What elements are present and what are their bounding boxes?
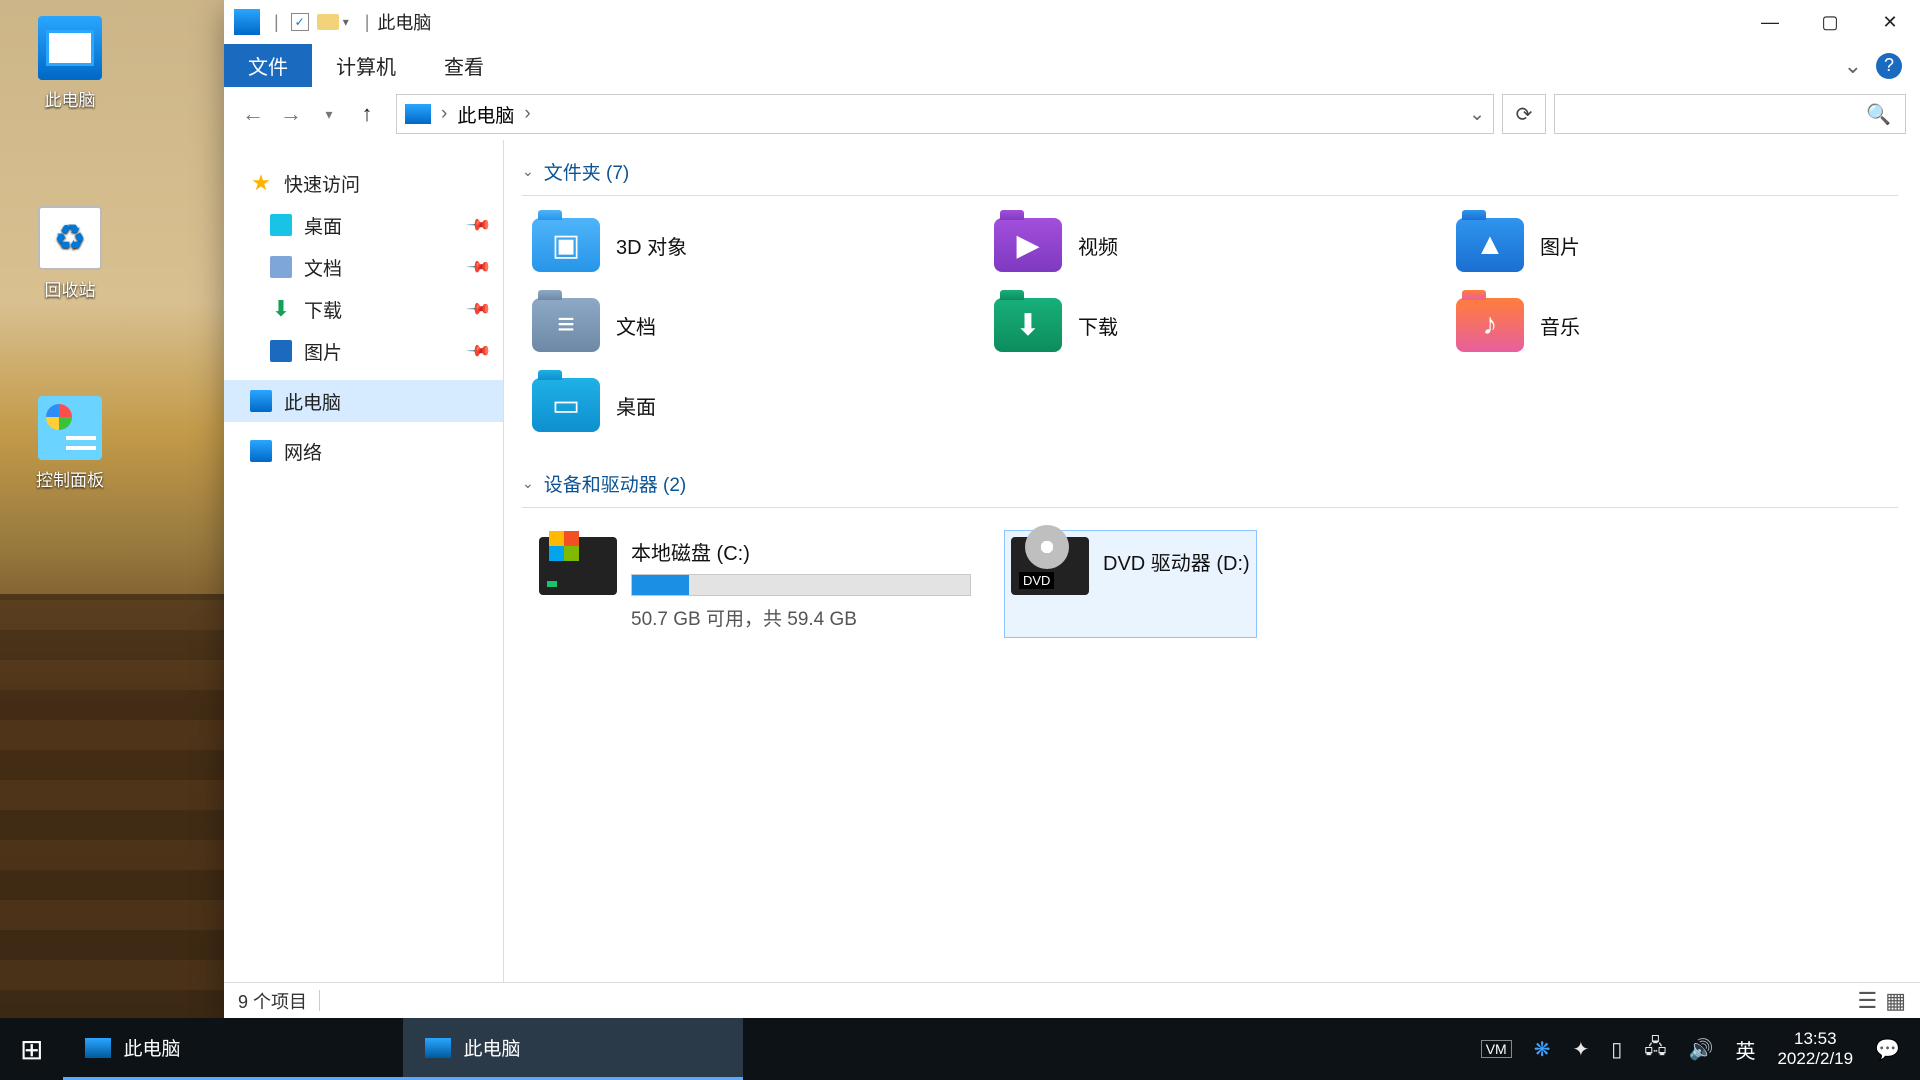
security-icon[interactable]: ✦ [1572, 1037, 1589, 1062]
documents-icon [270, 256, 292, 278]
forward-button[interactable]: → [276, 99, 306, 129]
minimize-button[interactable]: — [1740, 0, 1800, 44]
control-panel-icon [38, 396, 102, 460]
bluetooth-icon[interactable]: ❋ [1534, 1037, 1551, 1062]
qat-new-folder[interactable] [317, 14, 339, 30]
pin-icon: 📌 [465, 211, 493, 239]
address-bar[interactable]: › 此电脑 › ⌄ [396, 94, 1494, 134]
maximize-button[interactable]: ▢ [1800, 0, 1860, 44]
ribbon-tabs: 文件 计算机 查看 ⌄ ? [224, 44, 1920, 88]
item-count: 9 个项目 [238, 988, 307, 1014]
folder-videos[interactable]: ▶视频 [994, 218, 1436, 272]
chevron-down-icon: ⌄ [522, 163, 534, 180]
volume-icon[interactable]: 🔊 [1689, 1037, 1714, 1062]
help-button[interactable]: ? [1876, 53, 1902, 79]
network-icon [250, 440, 272, 462]
folder-icon: ▲ [1456, 218, 1524, 272]
desktop-icon-recycle-bin[interactable]: 回收站 [20, 206, 120, 301]
chevron-down-icon: ⌄ [522, 475, 534, 492]
desktop-icon-control-panel[interactable]: 控制面板 [20, 396, 120, 491]
tab-file[interactable]: 文件 [224, 44, 312, 87]
content-pane[interactable]: ⌄ 文件夹 (7) ▣3D 对象 ▶视频 ▲图片 ≡文档 ⬇下载 ♪音乐 ▭桌面… [504, 140, 1920, 982]
drive-icon [539, 537, 617, 595]
qat-dropdown[interactable]: ▾ [343, 15, 349, 29]
nav-pane: ★ 快速访问 桌面 📌 文档 📌 ⬇ 下载 📌 图片 📌 [224, 140, 504, 982]
folder-icon: ♪ [1456, 298, 1524, 352]
sidebar-item-documents[interactable]: 文档 📌 [224, 246, 503, 288]
qat-properties[interactable]: ✓ [291, 13, 309, 31]
pc-icon [250, 390, 272, 412]
search-box[interactable]: 🔍 [1554, 94, 1906, 134]
dvd-drive-icon [1011, 537, 1089, 595]
section-header-drives[interactable]: ⌄ 设备和驱动器 (2) [522, 462, 1898, 508]
ribbon-collapse-icon[interactable]: ⌄ [1844, 53, 1862, 79]
folder-pictures[interactable]: ▲图片 [1456, 218, 1898, 272]
ime-indicator[interactable]: 英 [1735, 1035, 1755, 1064]
up-button[interactable]: ↑ [352, 99, 382, 129]
network-icon[interactable]: 🖧 [1644, 1032, 1666, 1066]
start-button[interactable]: ⊞ [0, 1018, 63, 1080]
storage-meter [631, 574, 971, 596]
refresh-button[interactable]: ⟳ [1502, 94, 1546, 134]
vm-tools-icon[interactable]: VM [1481, 1040, 1512, 1058]
view-details-button[interactable]: ☰ [1857, 988, 1877, 1014]
sidebar-item-network[interactable]: 网络 [224, 430, 503, 472]
taskbar-app-explorer-1[interactable]: 此电脑 [63, 1018, 403, 1080]
sidebar-item-this-pc[interactable]: 此电脑 [224, 380, 503, 422]
back-button[interactable]: ← [238, 99, 268, 129]
sidebar-item-desktop[interactable]: 桌面 📌 [224, 204, 503, 246]
section-header-folders[interactable]: ⌄ 文件夹 (7) [522, 150, 1898, 196]
tab-view[interactable]: 查看 [420, 44, 508, 87]
status-bar: 9 个项目 ☰ ▦ [224, 982, 1920, 1018]
folder-music[interactable]: ♪音乐 [1456, 298, 1898, 352]
pin-icon: 📌 [465, 337, 493, 365]
title-bar[interactable]: | ✓ ▾ | 此电脑 — ▢ ✕ [224, 0, 1920, 44]
sidebar-item-pictures[interactable]: 图片 📌 [224, 330, 503, 372]
tab-computer[interactable]: 计算机 [312, 44, 420, 87]
recent-locations[interactable]: ▾ [314, 99, 344, 129]
folder-icon: ⬇ [994, 298, 1062, 352]
drive-c[interactable]: 本地磁盘 (C:) 50.7 GB 可用，共 59.4 GB [532, 530, 978, 638]
close-button[interactable]: ✕ [1860, 0, 1920, 44]
folder-desktop[interactable]: ▭桌面 [532, 378, 974, 432]
star-icon: ★ [250, 172, 272, 194]
view-large-icons-button[interactable]: ▦ [1885, 988, 1906, 1014]
pin-icon: 📌 [465, 253, 493, 281]
pc-icon [85, 1038, 111, 1058]
sidebar-item-downloads[interactable]: ⬇ 下载 📌 [224, 288, 503, 330]
explorer-window: | ✓ ▾ | 此电脑 — ▢ ✕ 文件 计算机 查看 ⌄ ? ← → ▾ ↑ … [224, 0, 1920, 1018]
taskbar[interactable]: ⊞ 此电脑 此电脑 VM ❋ ✦ ▯ 🖧 🔊 英 13:53 2022/2/19… [0, 1018, 1920, 1080]
folder-icon: ≡ [532, 298, 600, 352]
system-tray: VM ❋ ✦ ▯ 🖧 🔊 英 13:53 2022/2/19 💬 [1461, 1018, 1920, 1080]
clock[interactable]: 13:53 2022/2/19 [1777, 1029, 1853, 1070]
window-title: 此电脑 [377, 9, 431, 35]
pc-icon [425, 1038, 451, 1058]
pictures-icon [270, 340, 292, 362]
address-dropdown[interactable]: ⌄ [1469, 103, 1485, 126]
action-center-icon[interactable]: 💬 [1875, 1037, 1900, 1062]
folder-icon: ▭ [532, 378, 600, 432]
app-icon [234, 9, 260, 35]
sidebar-quick-access[interactable]: ★ 快速访问 [224, 162, 503, 204]
downloads-icon: ⬇ [270, 298, 292, 320]
search-icon: 🔍 [1866, 102, 1891, 127]
desktop-icon [270, 214, 292, 236]
breadcrumb-this-pc[interactable]: 此电脑 [457, 101, 514, 128]
folder-3d-objects[interactable]: ▣3D 对象 [532, 218, 974, 272]
folder-icon: ▣ [532, 218, 600, 272]
battery-icon[interactable]: ▯ [1611, 1037, 1622, 1062]
pin-icon: 📌 [465, 295, 493, 323]
recycle-icon [38, 206, 102, 270]
taskbar-app-explorer-2[interactable]: 此电脑 [403, 1018, 743, 1080]
desktop-icon-this-pc[interactable]: 此电脑 [20, 16, 120, 111]
pc-icon [38, 16, 102, 80]
folder-downloads[interactable]: ⬇下载 [994, 298, 1436, 352]
pc-icon [405, 104, 431, 124]
folder-icon: ▶ [994, 218, 1062, 272]
nav-bar: ← → ▾ ↑ › 此电脑 › ⌄ ⟳ 🔍 [224, 88, 1920, 140]
drive-d[interactable]: DVD 驱动器 (D:) [1004, 530, 1257, 638]
folder-documents[interactable]: ≡文档 [532, 298, 974, 352]
